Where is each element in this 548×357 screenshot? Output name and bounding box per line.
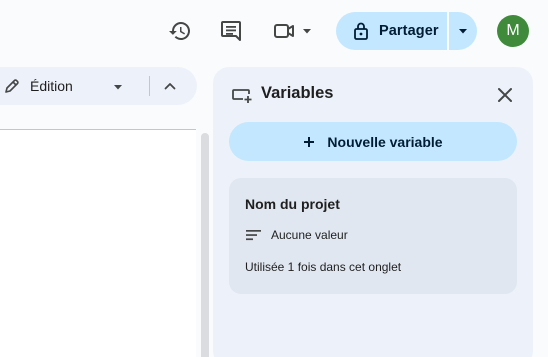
pencil-icon (5, 79, 19, 93)
chevron-up-icon (164, 83, 176, 90)
variable-value: Aucune valeur (271, 228, 348, 242)
mode-label: Édition (30, 78, 73, 94)
top-header: Partager M (0, 0, 548, 62)
panel-title: Variables (261, 84, 334, 102)
new-variable-button[interactable]: Nouvelle variable (229, 122, 517, 161)
history-icon (169, 22, 190, 40)
variable-insert-icon (232, 89, 252, 103)
variable-card[interactable]: Nom du projet Aucune valeur Utilisée 1 f… (229, 178, 517, 294)
caret-down-icon (114, 85, 122, 90)
share-label: Partager (379, 23, 439, 39)
caret-down-icon (303, 29, 311, 34)
lock-icon (354, 22, 368, 40)
caret-down-icon (459, 29, 467, 34)
variable-usage: Utilisée 1 fois dans cet onglet (245, 260, 402, 274)
document-scrollbar[interactable] (201, 133, 209, 357)
comment-icon (221, 21, 241, 41)
account-avatar[interactable]: M (497, 15, 529, 47)
toolbar-divider (149, 76, 150, 96)
editing-mode-select[interactable]: Édition (0, 67, 122, 105)
meet-button[interactable] (268, 15, 318, 47)
document-page[interactable] (0, 130, 196, 357)
version-history-button[interactable] (164, 15, 196, 47)
share-button[interactable]: Partager (336, 12, 447, 50)
mode-toolbar: Édition (0, 67, 197, 105)
close-icon (498, 88, 512, 102)
plus-icon (304, 136, 315, 147)
docs-window: Partager M Édition Variables Nouvelle va… (0, 0, 548, 357)
comments-button[interactable] (215, 15, 247, 47)
share-options-button[interactable] (449, 12, 477, 50)
share-button-group: Partager (336, 12, 477, 50)
text-lines-icon (246, 230, 261, 241)
avatar-initial: M (506, 22, 520, 39)
new-variable-label: Nouvelle variable (327, 133, 443, 150)
variables-panel: Variables Nouvelle variable Nom du proje… (213, 67, 533, 357)
collapse-menus-button[interactable] (158, 74, 182, 98)
video-camera-icon (274, 24, 294, 38)
close-panel-button[interactable] (493, 83, 517, 107)
variable-name: Nom du projet (245, 196, 340, 212)
